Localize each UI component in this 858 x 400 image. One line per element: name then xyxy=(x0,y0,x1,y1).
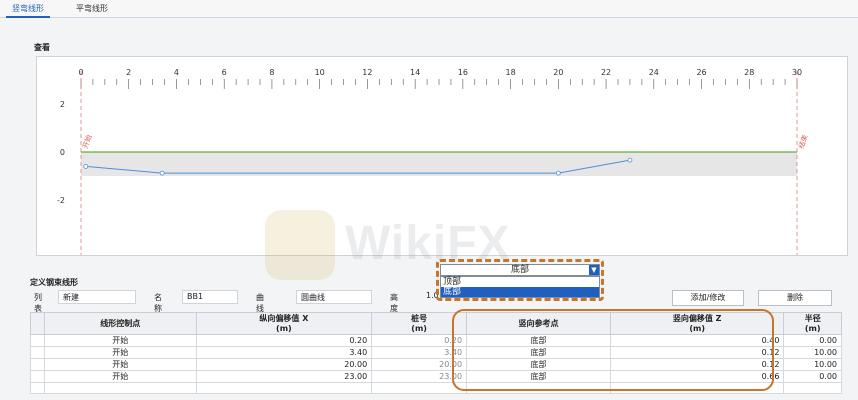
x-tick-label: 16 xyxy=(458,68,468,77)
header-offset-z: 竖向偏移值 Z (m) xyxy=(609,312,785,335)
cell-radius[interactable]: 10.00 xyxy=(783,346,842,359)
list-label: 列表 xyxy=(34,293,42,313)
x-tick-label: 2 xyxy=(126,68,131,77)
cell-offset-z[interactable]: 0.12 xyxy=(609,346,785,359)
tendon-control-point xyxy=(555,170,561,176)
start-label: 开始 xyxy=(80,133,93,149)
table-row-new[interactable] xyxy=(30,382,842,394)
vertical-reference-dropdown[interactable]: 底部 ▼ 顶部 底部 xyxy=(440,262,600,300)
cell-control-point[interactable]: 开始 xyxy=(43,334,197,347)
cell-station: 0.20 xyxy=(371,334,468,347)
x-tick-label: 20 xyxy=(553,68,563,77)
dropdown-selected[interactable]: 底部 ▼ xyxy=(440,264,600,276)
table-row[interactable]: 开始 23.00 23.00 底部 0.66 0.00 xyxy=(30,370,842,383)
cell-offset-x[interactable]: 23.00 xyxy=(195,370,373,383)
cell-offset-x[interactable]: 3.40 xyxy=(195,346,373,359)
view-section-label: 查看 xyxy=(34,43,50,52)
x-tick-label: 24 xyxy=(649,68,659,77)
add-modify-button[interactable]: 添加/修改 xyxy=(672,290,744,306)
cell-offset-x[interactable]: 0.20 xyxy=(195,334,373,347)
height-label: 高度 xyxy=(390,293,398,313)
tendon-profile-chart: 02468101214161820222426283020-2开始结束 xyxy=(36,56,848,256)
corner-header xyxy=(30,312,45,335)
end-label: 结束 xyxy=(796,133,809,149)
dropdown-option-bottom[interactable]: 底部 xyxy=(441,287,599,297)
x-tick-label: 8 xyxy=(269,68,274,77)
cell-control-point[interactable]: 开始 xyxy=(43,346,197,359)
table-row[interactable]: 开始 0.20 0.20 底部 0.40 0.00 xyxy=(30,334,842,347)
row-selector[interactable] xyxy=(30,382,45,394)
header-offset-x: 纵向偏移值 X (m) xyxy=(195,312,373,335)
row-selector[interactable] xyxy=(30,346,45,359)
x-tick-label: 14 xyxy=(410,68,420,77)
dropdown-option-top[interactable]: 顶部 xyxy=(441,277,599,287)
cell-offset-z[interactable]: 0.66 xyxy=(609,370,785,383)
x-tick-label: 10 xyxy=(315,68,325,77)
list-select[interactable]: 新建 xyxy=(58,290,136,304)
x-tick-label: 12 xyxy=(362,68,372,77)
tendon-section-band xyxy=(81,152,797,176)
name-field[interactable]: BB1 xyxy=(182,290,238,304)
cell-radius[interactable]: 0.00 xyxy=(783,334,842,347)
x-tick-label: 6 xyxy=(222,68,227,77)
cell-vertical-reference[interactable]: 底部 xyxy=(466,334,611,347)
row-selector[interactable] xyxy=(30,334,45,347)
tendon-control-point xyxy=(627,157,633,163)
header-vertical-reference: 竖向参考点 xyxy=(466,312,611,335)
row-selector[interactable] xyxy=(30,358,45,371)
name-label: 名称 xyxy=(154,293,162,313)
cell-vertical-reference[interactable]: 底部 xyxy=(466,358,611,371)
table-row[interactable]: 开始 3.40 3.40 底部 0.12 10.00 xyxy=(30,346,842,359)
tab-vertical-curve[interactable]: 竖弯线形 xyxy=(6,3,50,18)
cell-station: 20.00 xyxy=(371,358,468,371)
height-field[interactable]: 1.0 xyxy=(422,290,442,304)
define-section-label: 定义钢束线形 xyxy=(30,278,78,287)
tendon-control-point xyxy=(159,170,165,176)
header-station[interactable]: 桩号 (m) xyxy=(371,312,468,335)
x-tick-label: 28 xyxy=(744,68,754,77)
cell-radius[interactable]: 10.00 xyxy=(783,358,842,371)
header-control-point: 线形控制点 xyxy=(43,312,197,335)
y-tick-label: 0 xyxy=(60,148,65,157)
x-tick-label: 18 xyxy=(506,68,516,77)
cell-offset-z[interactable]: 0.40 xyxy=(609,334,785,347)
y-tick-label: -2 xyxy=(57,196,65,205)
y-tick-label: 2 xyxy=(60,100,65,109)
x-tick-label: 22 xyxy=(601,68,611,77)
x-tick-label: 4 xyxy=(174,68,179,77)
cell-vertical-reference[interactable]: 底部 xyxy=(466,370,611,383)
cell-control-point[interactable]: 开始 xyxy=(43,370,197,383)
chart-svg: 02468101214161820222426283020-2开始结束 xyxy=(57,68,810,255)
cell-vertical-reference[interactable]: 底部 xyxy=(466,346,611,359)
tendon-control-point xyxy=(83,164,89,169)
x-tick-label: 26 xyxy=(696,68,706,77)
cell-offset-z[interactable]: 0.12 xyxy=(609,358,785,371)
tendon-control-point-table: 线形控制点 纵向偏移值 X (m) 桩号 (m) 竖向参考点 竖向偏移值 Z (m) … xyxy=(30,312,842,394)
cell-station: 23.00 xyxy=(371,370,468,383)
cell-offset-x[interactable]: 20.00 xyxy=(195,358,373,371)
curve-type-select[interactable]: 圆曲线 xyxy=(296,290,372,304)
tab-horizontal-curve[interactable]: 平弯线形 xyxy=(70,3,114,18)
header-radius: 半径 (m) xyxy=(783,312,842,335)
cell-radius[interactable]: 0.00 xyxy=(783,370,842,383)
dropdown-options: 顶部 底部 xyxy=(440,276,600,298)
cell-station: 3.40 xyxy=(371,346,468,359)
cell-control-point[interactable]: 开始 xyxy=(43,358,197,371)
tab-bar: 竖弯线形 平弯线形 xyxy=(0,0,858,18)
row-selector[interactable] xyxy=(30,370,45,383)
delete-button[interactable]: 删除 xyxy=(758,290,832,306)
chevron-down-icon[interactable]: ▼ xyxy=(589,265,599,275)
table-row[interactable]: 开始 20.00 20.00 底部 0.12 10.00 xyxy=(30,358,842,371)
